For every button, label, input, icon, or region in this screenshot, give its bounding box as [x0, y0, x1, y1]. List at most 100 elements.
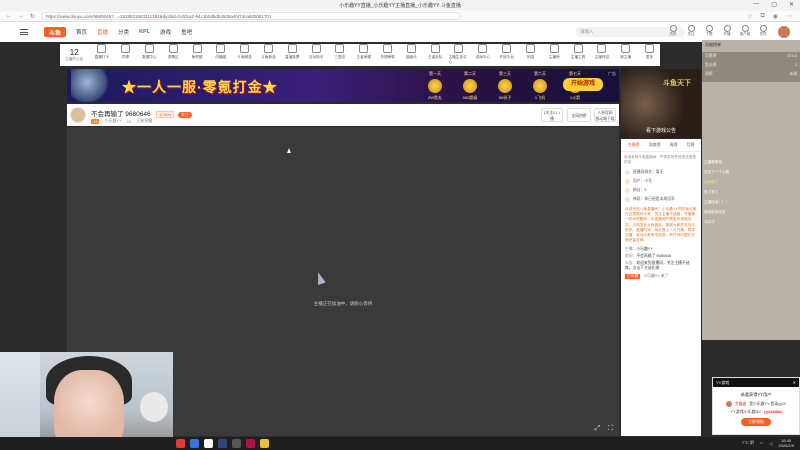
category-item[interactable]: 数据中心	[139, 44, 160, 66]
download-app-button[interactable]: 人参官网 移动端下载	[594, 108, 616, 122]
client-icon[interactable]: 客户端	[739, 25, 751, 37]
category-item[interactable]: 新主播	[615, 44, 636, 66]
category-item[interactable]: 主播伴侣	[591, 44, 612, 66]
report-link[interactable]: 王者荣耀	[136, 118, 152, 124]
star-icon[interactable]: ☆	[747, 13, 752, 20]
web-fullscreen-icon[interactable]: ⤢	[594, 425, 600, 433]
category-item[interactable]: 闪播圈	[210, 44, 231, 66]
discover-icon[interactable]: 发现	[757, 25, 769, 37]
tab-week[interactable]: 周榜	[670, 142, 678, 148]
category-item[interactable]: 王者荣耀	[353, 44, 374, 66]
list-item[interactable]: 直播间排名：暂无	[621, 168, 701, 177]
nav-yuba[interactable]: 鱼吧	[181, 28, 192, 36]
category-item[interactable]: 更多	[639, 44, 660, 66]
extensions-icon[interactable]: ⧉	[760, 13, 764, 20]
info-field: 公告：欢迎来到直播间，关注主播不迷路，点击下方送礼物	[625, 261, 690, 271]
app-icon[interactable]	[176, 439, 185, 448]
maximize-button[interactable]: ▢	[771, 1, 777, 8]
broadcast-icon[interactable]: 开播	[721, 25, 733, 37]
taskbar: 7°C 阴 ◠ ◁ 18:45 2026/2/9	[0, 437, 800, 450]
nav-category[interactable]: 分类	[118, 28, 129, 36]
category-item[interactable]: 表情区	[163, 44, 184, 66]
list-item[interactable]: 神豪：你已经是本周冠军	[621, 195, 701, 204]
category-item[interactable]: 热搜榜单	[377, 44, 398, 66]
guild-count[interactable]: 12 主播的公会	[60, 44, 88, 66]
tab-anchor-rank[interactable]: 主播榜	[628, 142, 640, 148]
clock[interactable]: 18:45 2026/2/9	[778, 438, 794, 448]
rank-row[interactable]: 月票榜 474.4	[702, 52, 800, 61]
url-field[interactable]: https://www.douyu.com/9680646?...=152853…	[41, 12, 462, 20]
steam-icon[interactable]	[218, 439, 227, 448]
app-icon[interactable]	[260, 439, 269, 448]
window-title: 小乐趣YY直播_小乐趣YY主播直播_小乐趣YY 斗鱼直播	[339, 3, 461, 9]
category-item[interactable]: 三国志	[330, 44, 351, 66]
list-item[interactable]: 粉丝：5	[621, 186, 701, 195]
rank-row[interactable]: 鱼丸榜 2	[702, 61, 800, 70]
follow-button[interactable]: 关注	[178, 112, 193, 118]
fan-badge-row: 小乐趣 小乐趣YY 来了	[625, 274, 669, 280]
promo-button[interactable]: 看下游戏公告	[621, 127, 701, 134]
category-item[interactable]: 鱼吧圈	[187, 44, 208, 66]
category-item[interactable]: 开放平台	[496, 44, 517, 66]
user-avatar[interactable]	[778, 26, 790, 38]
banner-character-image	[71, 69, 111, 102]
rank-row[interactable]: 周榜 本周	[702, 70, 800, 79]
close-button[interactable]: ✕	[789, 1, 794, 8]
tab-month[interactable]: 月榜	[687, 142, 695, 148]
category-item[interactable]: 直播打卡	[91, 44, 112, 66]
loading-icon	[314, 272, 326, 286]
popup-title: 恭喜获得YY用户	[740, 392, 772, 397]
category-item[interactable]: 王者战队	[425, 44, 446, 66]
volume-icon[interactable]: ◁	[769, 441, 772, 446]
minimize-button[interactable]: —	[753, 1, 759, 8]
game-ad-banner[interactable]: ★一人一服·零氪打金★ 第一天 2W鱼丸 第二天 500超级 第三天 50份子 第六天…	[67, 69, 619, 102]
category-item[interactable]: 主播工具	[568, 44, 589, 66]
category-item[interactable]: 直播投票	[282, 44, 303, 66]
streamer-name[interactable]: 小乐趣YY	[104, 118, 121, 124]
category-item[interactable]: 主播榜	[544, 44, 565, 66]
download-icon[interactable]: 下载	[703, 25, 715, 37]
category-item[interactable]: 互动助手	[306, 44, 327, 66]
category-item[interactable]: 同享	[115, 44, 136, 66]
douyu-logo[interactable]: 斗鱼	[44, 27, 66, 37]
weather-widget[interactable]: 7°C 阴	[742, 440, 754, 446]
chrome-icon[interactable]	[204, 439, 213, 448]
menu-icon[interactable]	[20, 29, 28, 35]
list-item[interactable]: 用户：小号	[621, 177, 701, 186]
game-promo[interactable]: 斗鱼天下 看下游戏公告	[621, 69, 701, 138]
app-icon[interactable]	[190, 439, 199, 448]
subscribe-button[interactable]: 1关注01 1播	[541, 108, 563, 122]
hot-rank-button[interactable]: 全网热榜	[567, 108, 591, 122]
tab-contribution[interactable]: 贡献榜	[649, 142, 661, 148]
category-item[interactable]: 斗鱼精选	[234, 44, 255, 66]
category-item[interactable]: 主播生态中心	[449, 44, 470, 66]
category-item[interactable]: 斗鱼新品	[258, 44, 279, 66]
claim-button[interactable]: 立即领取	[741, 418, 771, 426]
follow-icon[interactable]: 关注	[685, 25, 697, 37]
wifi-icon[interactable]: ◠	[760, 441, 764, 446]
nav-live[interactable]: 直播	[97, 28, 108, 36]
refresh-icon[interactable]: ↻	[30, 13, 35, 20]
gift-popup: YY游戏 ✕ 恭喜获得YY用户 余鑫鑫 是小乐趣YY 登录yy10 YY游戏小乐…	[712, 377, 800, 435]
streamer-avatar[interactable]	[70, 107, 86, 123]
category-item[interactable]: 乐园	[520, 44, 541, 66]
history-icon[interactable]: 历史	[667, 25, 679, 37]
more-icon[interactable]: ⋯	[786, 13, 792, 20]
nav-kpl[interactable]: KPL	[139, 29, 150, 35]
back-icon[interactable]: ←	[6, 13, 12, 20]
app-icon[interactable]	[232, 439, 241, 448]
nav-games[interactable]: 游戏	[160, 28, 171, 36]
mouse-cursor	[287, 148, 291, 153]
start-game-button[interactable]: 开始游戏	[563, 78, 603, 91]
popup-close-icon[interactable]: ✕	[793, 378, 796, 387]
nav-home[interactable]: 首页	[76, 28, 87, 36]
app-icon[interactable]	[246, 439, 255, 448]
category-item[interactable]: 超级乐	[401, 44, 422, 66]
popup-header: YY游戏	[716, 380, 730, 385]
fullscreen-icon[interactable]: ⛶	[608, 425, 613, 433]
category-bar: 12 主播的公会 直播打卡 同享 数据中心 表情区 鱼吧圈 闪播圈 斗鱼精选 斗…	[60, 44, 660, 66]
category-item[interactable]: 游戏中心	[472, 44, 493, 66]
player-message: 主播正在加油中，请耐心等待	[313, 301, 373, 306]
forward-icon[interactable]: →	[18, 13, 24, 20]
profile-icon[interactable]: ◉	[773, 13, 778, 20]
